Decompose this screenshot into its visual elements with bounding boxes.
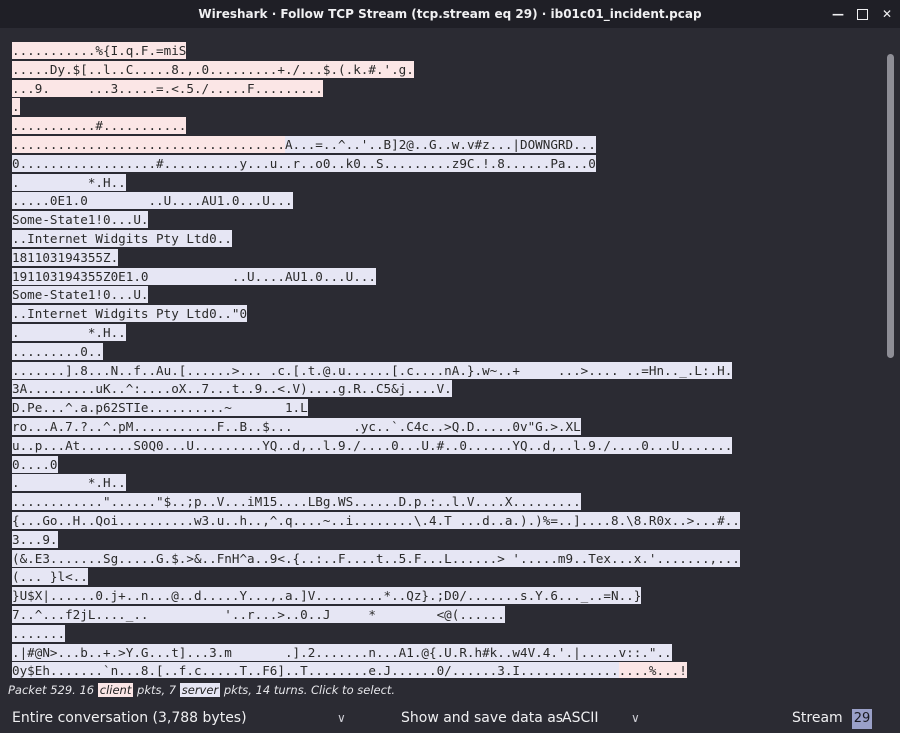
server-data[interactable]: .......].8...N..f..Au.[......>... .c.[.t… xyxy=(12,361,733,379)
server-data[interactable]: 7..^...f2jL...._.. '..r...>..0..J * <@(.… xyxy=(12,605,505,623)
server-data[interactable]: . *.H.. xyxy=(12,323,126,341)
stream-line[interactable]: ro...A.7.?..^.pM...........F..B..$... .y… xyxy=(12,417,882,437)
server-data[interactable]: . *.H.. xyxy=(12,474,126,492)
format-select-value: ASCII xyxy=(562,710,599,726)
stream-line[interactable]: ...........%{I.q.F.=miS xyxy=(12,42,882,61)
server-data[interactable]: Some-State1!0...U. xyxy=(12,286,149,304)
stream-line[interactable]: 0y$Eh.......`n...8.[..f.c.....T..F6]..T.… xyxy=(12,662,882,678)
status-suffix: pkts, 14 turns. Click to select. xyxy=(220,683,396,697)
server-data[interactable]: A...=..^..'..B]2@..G..w.v#z...|DOWNGRD..… xyxy=(284,135,596,153)
server-data[interactable]: 0y$Eh.......`n...8.[..f.c.....T..F6]..T.… xyxy=(12,662,619,678)
conversation-select[interactable]: Entire conversation (3,788 bytes) xyxy=(12,703,247,733)
client-data[interactable]: .................................... xyxy=(12,135,285,153)
server-data[interactable]: }U$X|......0.j+..n...@..d.....Y...,.a.]V… xyxy=(12,587,642,605)
stream-line[interactable]: 0....0 xyxy=(12,455,882,475)
stream-number-input[interactable]: 29 xyxy=(852,709,872,729)
server-data[interactable]: 3A.........uK..^:....oX..7...t..9..<.V).… xyxy=(12,380,452,398)
stream-line[interactable]: ....................................A...… xyxy=(12,135,882,155)
client-data[interactable]: ....%...! xyxy=(618,662,687,678)
stream-line[interactable]: ..Internet Widgits Pty Ltd0.."0 xyxy=(12,305,882,324)
stream-line[interactable]: ....... xyxy=(12,624,882,644)
server-data[interactable]: Some-State1!0...U. xyxy=(12,211,149,229)
stream-line[interactable]: D.Pe...^.a.p62STIe..........~ 1.L xyxy=(12,399,882,418)
server-data[interactable]: 3...9. xyxy=(12,530,58,548)
stream-line[interactable]: 191103194355Z0E1.0 ..U....AU1.0...U... xyxy=(12,267,882,287)
stream-line[interactable]: {...Go..H..Qoi..........w3.u..h..,^.q...… xyxy=(12,511,882,531)
client-data[interactable]: ...9. ...3.....=.<.5./.....F......... xyxy=(12,79,323,97)
stream-line[interactable]: .........0.. xyxy=(12,342,882,362)
server-data[interactable]: ....... xyxy=(12,624,66,642)
stream-line[interactable]: Some-State1!0...U. xyxy=(12,286,882,305)
server-data[interactable]: 0..................#..........y...u..r..… xyxy=(12,154,596,172)
server-data[interactable]: ............"......"$..;p..V...iM15....L… xyxy=(12,493,581,511)
server-data[interactable]: ..Internet Widgits Pty Ltd0.."0 xyxy=(12,305,248,323)
stream-line[interactable]: }U$X|......0.j+..n...@..d.....Y...,.a.]V… xyxy=(12,587,882,606)
stream-label: Stream xyxy=(792,710,843,726)
server-data[interactable]: (&.E3.......Sg.....G.$.>&..FnH^a..9<.{..… xyxy=(12,549,740,567)
server-data[interactable]: D.Pe...^.a.p62STIe..........~ 1.L xyxy=(12,399,308,417)
stream-line[interactable]: 3...9. xyxy=(12,530,882,550)
stream-line[interactable]: ..Internet Widgits Pty Ltd0.. xyxy=(12,229,882,249)
window-titlebar: Wireshark · Follow TCP Stream (tcp.strea… xyxy=(0,0,900,28)
client-data[interactable]: .....Dy.$[..l..C.....8.,.0.........+./..… xyxy=(12,60,414,78)
stream-line[interactable]: . *.H.. xyxy=(12,474,882,493)
server-data[interactable]: .....0E1.0 ..U....AU1.0...U... xyxy=(12,192,293,210)
stream-line[interactable]: (... }l<.. xyxy=(12,568,882,587)
stream-line[interactable]: 7..^...f2jL...._.. '..r...>..0..J * <@(.… xyxy=(12,605,882,625)
stream-line[interactable]: ...9. ...3.....=.<.5./.....F......... xyxy=(12,79,882,99)
server-data[interactable]: 191103194355Z0E1.0 ..U....AU1.0...U... xyxy=(12,267,376,285)
status-prefix: Packet 529. 16 xyxy=(8,683,98,697)
stream-line[interactable]: . *.H.. xyxy=(12,323,882,343)
server-data[interactable]: .........0.. xyxy=(12,342,103,360)
bottom-controls: Entire conversation (3,788 bytes) ∨ Show… xyxy=(0,703,900,733)
server-data[interactable]: 181103194355Z. xyxy=(12,248,119,266)
stream-line[interactable]: 0..................#..........y...u..r..… xyxy=(12,154,882,174)
window-title: Wireshark · Follow TCP Stream (tcp.strea… xyxy=(198,7,702,21)
minimize-button[interactable]: — xyxy=(831,7,845,21)
client-data[interactable]: ...........#........... xyxy=(12,117,187,135)
server-data[interactable]: {...Go..H..Qoi..........w3.u..h..,^.q...… xyxy=(12,511,740,529)
server-data[interactable]: u..p...At.......S0Q0...U.........YQ..d,.… xyxy=(12,436,733,454)
maximize-button[interactable] xyxy=(857,8,868,20)
client-tag: client xyxy=(97,683,134,697)
close-button[interactable]: ✕ xyxy=(880,7,894,21)
show-data-label: Show and save data as xyxy=(401,710,564,726)
vertical-scrollbar[interactable] xyxy=(882,28,900,678)
stream-line[interactable]: u..p...At.......S0Q0...U.........YQ..d,.… xyxy=(12,436,882,456)
format-select[interactable]: ASCII xyxy=(562,703,599,733)
stream-line[interactable]: .....Dy.$[..l..C.....8.,.0.........+./..… xyxy=(12,60,882,80)
stream-line[interactable]: .......].8...N..f..Au.[......>... .c.[.t… xyxy=(12,361,882,381)
stream-line[interactable]: 181103194355Z. xyxy=(12,248,882,268)
stream-line[interactable]: .....0E1.0 ..U....AU1.0...U... xyxy=(12,192,882,211)
status-line: Packet 529. 16 client pkts, 7 server pkt… xyxy=(0,680,900,700)
stream-line[interactable]: ............"......"$..;p..V...iM15....L… xyxy=(12,493,882,512)
chevron-down-icon[interactable]: ∨ xyxy=(631,703,640,733)
stream-line[interactable]: . xyxy=(12,98,882,117)
server-data[interactable]: . *.H.. xyxy=(12,173,126,191)
stream-line[interactable]: .|#@N>...b..+.>Y.G...t]...3.m .].2......… xyxy=(12,643,882,663)
stream-line[interactable]: ...........#........... xyxy=(12,117,882,136)
server-data[interactable]: 0....0 xyxy=(12,455,58,473)
client-data[interactable]: ...........%{I.q.F.=miS xyxy=(12,42,187,59)
server-tag: server xyxy=(179,683,221,697)
server-data[interactable]: .|#@N>...b..+.>Y.G...t]...3.m .].2......… xyxy=(12,643,672,661)
chevron-down-icon[interactable]: ∨ xyxy=(337,703,346,733)
server-data[interactable]: (... }l<.. xyxy=(12,568,88,586)
client-data[interactable]: . xyxy=(12,98,20,116)
conversation-select-value: Entire conversation (3,788 bytes) xyxy=(12,710,247,726)
stream-line[interactable]: 3A.........uK..^:....oX..7...t..9..<.V).… xyxy=(12,380,882,399)
stream-content[interactable]: ...........%{I.q.F.=miS .....Dy.$[..l..C.… xyxy=(0,28,882,678)
window-controls: — ✕ xyxy=(831,0,894,28)
server-data[interactable]: ..Internet Widgits Pty Ltd0.. xyxy=(12,229,232,247)
stream-text[interactable]: ...........%{I.q.F.=miS .....Dy.$[..l..C.… xyxy=(0,28,882,678)
stream-line[interactable]: Some-State1!0...U. xyxy=(12,211,882,230)
status-middle: pkts, 7 xyxy=(133,683,180,697)
stream-line[interactable]: (&.E3.......Sg.....G.$.>&..FnH^a..9<.{..… xyxy=(12,549,882,569)
stream-line[interactable]: . *.H.. xyxy=(12,173,882,193)
server-data[interactable]: ro...A.7.?..^.pM...........F..B..$... .y… xyxy=(12,417,581,435)
scrollbar-thumb[interactable] xyxy=(887,54,894,358)
